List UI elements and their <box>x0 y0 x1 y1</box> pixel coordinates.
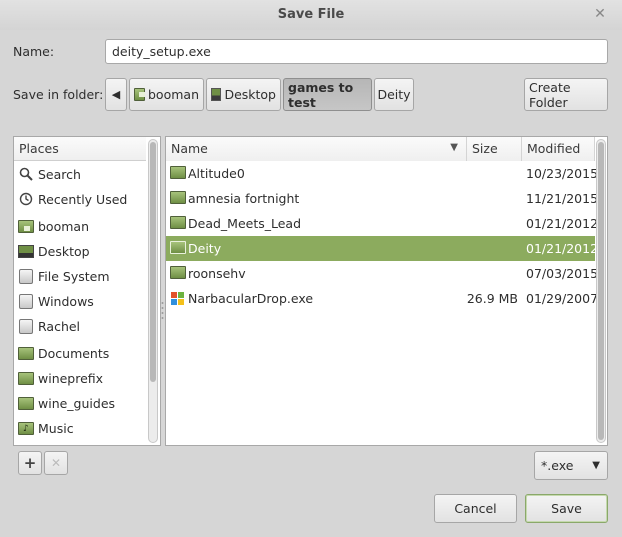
save-in-folder-label: Save in folder: <box>13 87 104 102</box>
save-button[interactable]: Save <box>525 494 608 523</box>
add-bookmark-button[interactable]: + <box>18 451 42 475</box>
place-label: Recently Used <box>38 191 128 207</box>
file-row[interactable]: roonsehv 07/03/2015 <box>166 261 599 286</box>
place-label: Music <box>38 420 74 436</box>
place-rachel[interactable]: Rachel <box>14 314 146 338</box>
place-label: Rachel <box>38 318 81 334</box>
place-wineprefix[interactable]: wineprefix <box>14 366 146 390</box>
sort-down-icon: ▼ <box>450 142 458 153</box>
file-name: roonsehv <box>188 266 246 281</box>
place-label: wine_guides <box>38 395 116 411</box>
file-name: Altitude0 <box>188 166 245 181</box>
file-modified: 01/29/2007 <box>526 291 599 306</box>
music-folder-icon: ♪ <box>18 420 34 436</box>
folder-icon <box>170 191 186 207</box>
column-header-name[interactable]: Name ▼ <box>166 137 467 161</box>
places-scrollbar[interactable] <box>148 139 158 443</box>
place-recently-used[interactable]: Recently Used <box>14 187 146 211</box>
drive-icon <box>18 293 34 309</box>
name-label: Name: <box>13 44 55 59</box>
place-label: Search <box>38 166 81 182</box>
place-documents[interactable]: Documents <box>14 341 146 365</box>
desktop-icon <box>18 243 34 259</box>
clock-icon <box>18 191 34 207</box>
remove-icon: ✕ <box>50 456 62 470</box>
place-music[interactable]: ♪ Music <box>14 416 146 440</box>
folder-icon <box>18 345 34 361</box>
drive-icon <box>18 318 34 334</box>
folder-icon <box>18 370 34 386</box>
places-header[interactable]: Places <box>14 137 146 161</box>
place-desktop[interactable]: Desktop <box>14 239 146 263</box>
column-header-modified[interactable]: Modified <box>522 137 595 161</box>
triangle-left-icon: ◀ <box>111 88 121 101</box>
folder-icon <box>170 266 186 282</box>
place-label: booman <box>38 218 89 234</box>
plus-icon: + <box>23 454 37 472</box>
desktop-icon <box>211 88 222 101</box>
folder-icon <box>170 216 186 232</box>
file-name: amnesia fortnight <box>188 191 300 206</box>
file-row[interactable]: amnesia fortnight 11/21/2015 <box>166 186 599 211</box>
window-title: Save File <box>277 7 345 22</box>
breadcrumb-games-to-test[interactable]: games to test <box>283 78 372 111</box>
pane-resize-handle[interactable] <box>161 300 164 320</box>
close-icon[interactable]: ✕ <box>592 6 608 22</box>
places-scrollbar-thumb[interactable] <box>150 142 156 382</box>
place-file-system[interactable]: File System <box>14 264 146 288</box>
cancel-button[interactable]: Cancel <box>434 494 517 523</box>
folder-icon <box>18 395 34 411</box>
place-label: wineprefix <box>38 370 104 386</box>
breadcrumb-label: games to test <box>288 79 354 110</box>
file-size: 26.9 MB <box>466 291 518 306</box>
file-name: Deity <box>188 241 222 256</box>
drive-icon <box>18 268 34 284</box>
filter-value: *.exe <box>541 458 574 473</box>
breadcrumb-label: Desktop <box>224 87 276 102</box>
file-modified: 07/03/2015 <box>526 266 599 281</box>
file-name: Dead_Meets_Lead <box>188 216 302 231</box>
column-header-label: Name <box>171 141 208 156</box>
breadcrumb-booman[interactable]: booman <box>129 78 204 111</box>
place-wine-guides[interactable]: wine_guides <box>14 391 146 415</box>
file-row[interactable]: Dead_Meets_Lead 01/21/2012 <box>166 211 599 236</box>
file-type-filter-select[interactable]: *.exe ▼ <box>534 451 608 480</box>
remove-bookmark-button[interactable]: ✕ <box>44 451 68 475</box>
file-row[interactable]: NarbacularDrop.exe 26.9 MB 01/29/2007 <box>166 286 599 311</box>
windows-exe-icon <box>170 291 185 309</box>
search-icon <box>18 166 34 182</box>
file-modified: 01/21/2012 <box>526 241 599 256</box>
file-modified: 11/21/2015 <box>526 191 599 206</box>
home-folder-icon <box>134 88 145 101</box>
place-label: Desktop <box>38 243 90 259</box>
folder-icon <box>170 241 186 257</box>
file-list-scrollbar-thumb[interactable] <box>598 142 604 440</box>
file-row[interactable]: Deity 01/21/2012 <box>166 236 599 261</box>
file-list-panel: Name ▼ Size Modified Altitude0 10/23/2015… <box>165 136 608 446</box>
column-header-size[interactable]: Size <box>467 137 522 161</box>
breadcrumb-deity[interactable]: Deity <box>374 78 414 111</box>
home-folder-icon <box>18 218 34 234</box>
breadcrumb-label: Deity <box>377 87 411 102</box>
breadcrumb-label: booman <box>148 87 199 102</box>
title-bar: Save File ✕ <box>0 0 622 30</box>
place-label: Documents <box>38 345 110 361</box>
file-modified: 10/23/2015 <box>526 166 599 181</box>
filename-input[interactable] <box>105 39 608 64</box>
create-folder-button[interactable]: Create Folder <box>524 78 608 111</box>
place-label: Windows <box>38 293 94 309</box>
file-list-scrollbar[interactable] <box>596 139 606 443</box>
place-search[interactable]: Search <box>14 162 146 186</box>
places-panel: Places Search Recently Used booman Deskt… <box>13 136 161 446</box>
place-label: File System <box>38 268 110 284</box>
place-booman[interactable]: booman <box>14 214 146 238</box>
path-back-button[interactable]: ◀ <box>105 78 127 111</box>
place-windows[interactable]: Windows <box>14 289 146 313</box>
file-row[interactable]: Altitude0 10/23/2015 <box>166 161 599 186</box>
chevron-down-icon: ▼ <box>592 460 600 471</box>
folder-icon <box>170 166 186 182</box>
file-name: NarbacularDrop.exe <box>188 291 314 306</box>
file-modified: 01/21/2012 <box>526 216 599 231</box>
breadcrumb-desktop[interactable]: Desktop <box>206 78 281 111</box>
